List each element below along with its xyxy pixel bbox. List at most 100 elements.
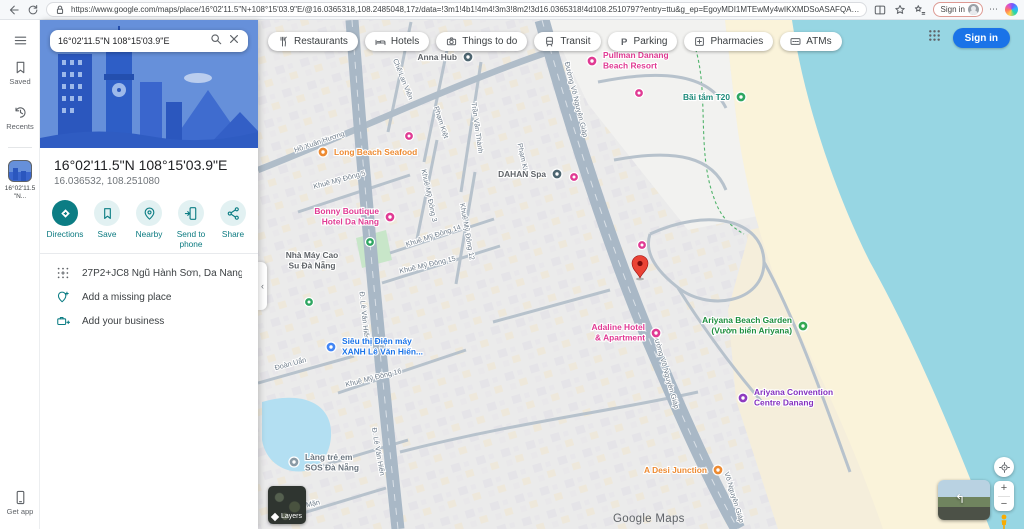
poi-marker[interactable]: Nhà Máy CaoSu Đà Nẵng	[286, 250, 339, 271]
active-place-label-1: 16°02'11.5	[0, 185, 40, 193]
send-to-phone-button[interactable]: Send to phone	[170, 200, 212, 249]
sidebar-item-saved[interactable]: Saved	[0, 60, 40, 86]
map-canvas[interactable]: Hồ Xuân HươngChế Lan ViênPhạm KiệtPhạm K…	[258, 20, 1024, 529]
browser-signin-button[interactable]: Sign in	[933, 2, 983, 17]
plus-code-text: 27P2+JC8 Ngũ Hành Sơn, Da Nang	[82, 268, 242, 279]
share-icon	[220, 200, 246, 226]
sidebar-item-active-place[interactable]	[8, 160, 32, 182]
attraction-icon	[446, 36, 457, 47]
main-menu-button[interactable]	[0, 33, 40, 48]
browser-signin-label: Sign in	[941, 5, 965, 14]
layers-button[interactable]: Layers	[268, 486, 306, 524]
atm-icon	[790, 36, 801, 47]
recents-label: Recents	[6, 122, 34, 131]
google-apps-icon[interactable]	[928, 29, 941, 47]
poi-label: Bãi tắm T20	[683, 91, 730, 102]
chip-things-to-do[interactable]: Things to do	[436, 32, 527, 51]
split-screen-icon[interactable]	[873, 3, 887, 17]
poi-label: Su Đà Nẵng	[289, 260, 336, 271]
map-viewport[interactable]: Hồ Xuân HươngChế Lan ViênPhạm KiệtPhạm K…	[258, 20, 1024, 529]
url-text[interactable]: https://www.google.com/maps/place/16°02'…	[71, 5, 860, 14]
zoom-out-button[interactable]: −	[994, 496, 1014, 511]
avatar	[968, 4, 979, 15]
site-info-icon[interactable]	[53, 3, 67, 17]
close-icon[interactable]	[228, 32, 240, 50]
poi-label: Nhà Máy Cao	[286, 250, 339, 260]
street-view-arrow-icon: ↰	[955, 492, 965, 506]
phone-icon	[13, 490, 28, 505]
poi-label: Siêu thị Điện máy	[342, 336, 412, 346]
sidebar-item-recents[interactable]: Recents	[0, 105, 40, 131]
left-rail: Saved Recents 16°02'11.5 "N... Get app	[0, 20, 40, 529]
poi-label: Làng trẻ em	[305, 452, 352, 462]
save-button[interactable]: Save	[86, 200, 128, 249]
poi-label: DAHAN Spa	[498, 169, 546, 179]
street-view-thumbnail[interactable]: ↰	[938, 480, 990, 520]
add-place-icon	[56, 290, 70, 304]
collapse-panel-button[interactable]: ‹	[258, 262, 267, 310]
rail-divider	[8, 147, 32, 148]
address-bar[interactable]: https://www.google.com/maps/place/16°02'…	[46, 2, 867, 17]
refresh-icon[interactable]	[26, 3, 40, 17]
parking-icon: P	[618, 36, 629, 47]
share-button[interactable]: Share	[212, 200, 254, 249]
chip-parking[interactable]: PParking	[608, 32, 678, 51]
directions-button[interactable]: Directions	[44, 200, 86, 249]
poi-label: Bonny Boutique	[314, 206, 379, 216]
category-chips: Restaurants Hotels Things to do Transit PPar…	[268, 32, 842, 51]
poi-label: SOS Đà Nẵng	[305, 462, 359, 473]
add-place-text: Add a missing place	[82, 292, 172, 303]
add-missing-place-row[interactable]: Add a missing place	[40, 286, 258, 308]
coordinates-subtitle: 16.036532, 108.251080	[54, 176, 160, 187]
get-app-label: Get app	[7, 507, 34, 516]
poi-label: Beach Resort	[603, 61, 657, 71]
poi-label: Anna Hub	[417, 52, 457, 62]
browser-menu-icon[interactable]: ⋯	[989, 4, 999, 15]
poi-label: Adaline Hotel	[591, 322, 645, 332]
bookmark-icon	[94, 200, 120, 226]
poi-label: Pullman Danang	[603, 50, 669, 60]
add-business-row[interactable]: Add your business	[40, 310, 258, 332]
chip-transit[interactable]: Transit	[534, 32, 600, 51]
poi-marker[interactable]: Anna Hub	[417, 52, 473, 62]
copilot-icon[interactable]	[1005, 3, 1018, 16]
directions-icon	[52, 200, 78, 226]
nearby-button[interactable]: Nearby	[128, 200, 170, 249]
poi-label: & Apartment	[595, 333, 645, 343]
zoom-in-button[interactable]: +	[994, 481, 1014, 496]
active-place-label-2: "N...	[0, 193, 40, 201]
poi-label: Hotel Da Nang	[322, 217, 379, 227]
favorites-star-icon[interactable]	[893, 3, 907, 17]
search-input[interactable]	[58, 36, 204, 46]
chip-hotels[interactable]: Hotels	[365, 32, 429, 51]
plus-code-row[interactable]: 27P2+JC8 Ngũ Hành Sơn, Da Nang	[40, 262, 258, 284]
hotel-icon	[375, 36, 386, 47]
chip-atms[interactable]: ATMs	[780, 32, 841, 51]
search-box	[50, 30, 248, 52]
add-business-text: Add your business	[82, 316, 164, 327]
poi-label: Ariyana Beach Garden	[702, 315, 792, 325]
chip-restaurants[interactable]: Restaurants	[268, 32, 358, 51]
collections-icon[interactable]	[913, 3, 927, 17]
zoom-controls: + −	[994, 481, 1014, 511]
pharmacy-icon	[694, 36, 705, 47]
my-location-button[interactable]	[994, 457, 1014, 477]
pegman-icon[interactable]	[996, 514, 1012, 529]
layers-icon	[271, 512, 279, 520]
search-icon[interactable]	[210, 32, 222, 50]
get-app-button[interactable]: Get app	[0, 490, 40, 516]
back-icon[interactable]	[6, 3, 20, 17]
poi-label: (Vườn biển Ariyana)	[711, 326, 792, 336]
action-row: Directions Save Nearby Send to phone	[44, 200, 254, 249]
add-business-icon	[56, 314, 70, 328]
svg-text:P: P	[621, 37, 628, 47]
history-icon	[13, 105, 28, 120]
place-panel: 16°02'11.5"N 108°15'03.9"E 16.036532, 10…	[40, 20, 258, 529]
browser-toolbar: https://www.google.com/maps/place/16°02'…	[0, 0, 1024, 20]
plus-code-icon	[56, 266, 70, 280]
chip-pharmacies[interactable]: Pharmacies	[684, 32, 773, 51]
google-maps-watermark: Google Maps	[613, 513, 685, 525]
divider	[40, 253, 258, 254]
maps-signin-button[interactable]: Sign in	[953, 28, 1010, 48]
poi-label: A Desi Junction	[644, 465, 707, 475]
